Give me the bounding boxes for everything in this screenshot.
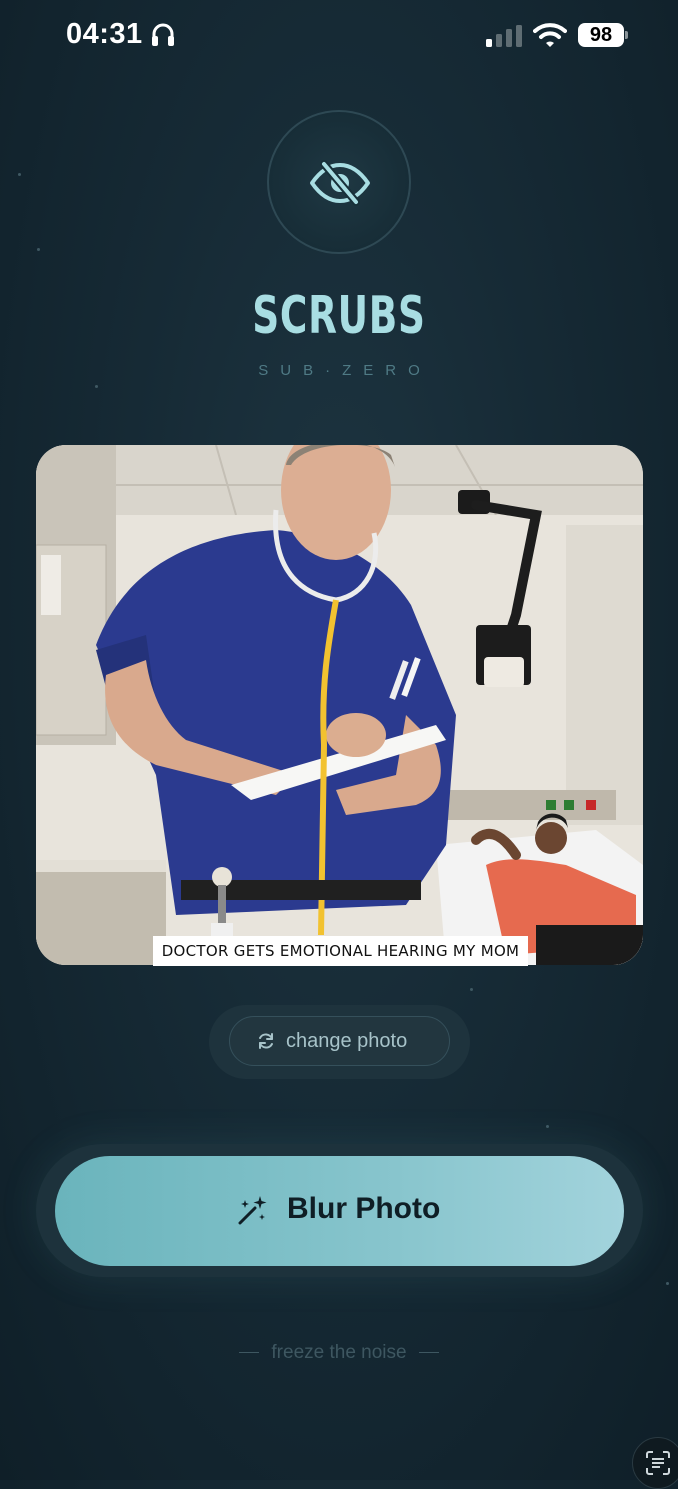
battery-indicator: 98 — [578, 23, 624, 47]
background-star — [666, 1282, 669, 1285]
status-bar: 04:31 98 — [0, 0, 678, 72]
battery-tip — [625, 31, 628, 39]
app-subtitle: SUB·ZERO — [258, 362, 432, 379]
app-logo-badge — [267, 110, 411, 254]
app-title: SCRUBS — [252, 286, 426, 346]
tagline: freeze the noise — [0, 1342, 678, 1364]
background-star — [546, 1125, 549, 1128]
divider — [418, 1352, 439, 1354]
selected-photo-preview — [36, 445, 643, 965]
headphones-icon — [152, 23, 174, 46]
blur-photo-label: Blur Photo — [287, 1192, 441, 1225]
divider — [239, 1352, 260, 1354]
photo-image — [36, 445, 643, 965]
photo-caption: DOCTOR GETS EMOTIONAL HEARING MY MOM — [153, 936, 528, 966]
background-star — [470, 988, 473, 991]
magic-wand-icon — [238, 1196, 267, 1225]
scan-text-button[interactable] — [632, 1437, 678, 1489]
blur-photo-button[interactable]: Blur Photo — [55, 1156, 624, 1266]
background-star — [18, 173, 21, 176]
status-time: 04:31 — [66, 18, 143, 50]
change-photo-button[interactable]: change photo — [229, 1016, 450, 1066]
eye-slash-icon — [310, 160, 370, 206]
refresh-icon — [259, 1033, 273, 1049]
tagline-text: freeze the noise — [271, 1342, 407, 1363]
cellular-signal-icon — [486, 25, 522, 47]
scan-text-icon — [646, 1451, 670, 1475]
wifi-icon — [533, 23, 567, 47]
background-star — [95, 385, 98, 388]
background-star — [37, 248, 40, 251]
change-photo-label: change photo — [286, 1030, 408, 1052]
